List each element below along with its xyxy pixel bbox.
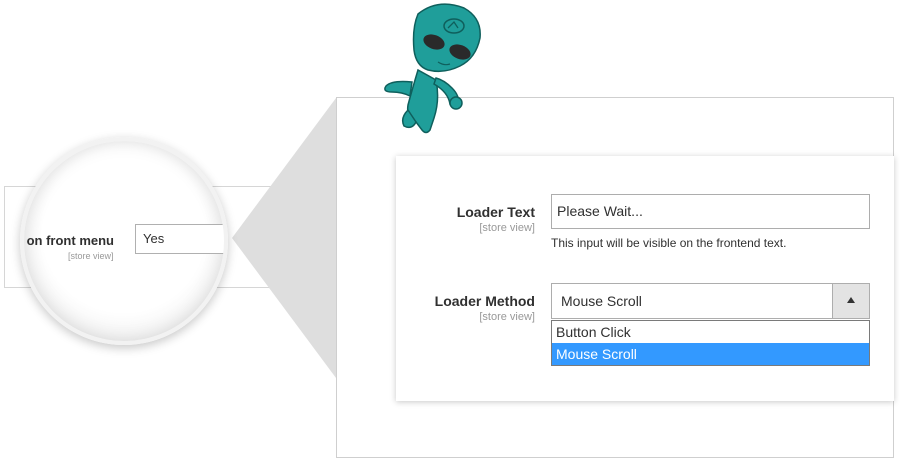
caret-up-icon (847, 297, 855, 303)
loader-method-label: Loader Method (434, 293, 535, 309)
loader-method-select[interactable]: Mouse Scroll (551, 283, 870, 319)
loader-method-scope: [store view] (479, 311, 535, 323)
front-menu-scope: [store view] (68, 251, 114, 261)
front-menu-select[interactable]: Yes (135, 224, 224, 254)
loader-text-scope: [store view] (479, 222, 535, 234)
loader-method-value: Mouse Scroll (561, 293, 642, 309)
alien-mascot-icon (384, 3, 481, 134)
dropdown-option-button-click[interactable]: Button Click (552, 321, 869, 343)
loader-settings-card: Loader Text [store view] Please Wait... … (396, 156, 894, 401)
loader-text-label: Loader Text (456, 204, 535, 220)
loader-text-note: This input will be visible on the fronte… (551, 236, 787, 250)
loader-method-dropdown: Button Click Mouse Scroll (551, 320, 870, 366)
dropdown-option-mouse-scroll[interactable]: Mouse Scroll (552, 343, 869, 365)
front-menu-label: or on front menu (20, 233, 114, 248)
magnifier-circle: or on front menu [store view] Yes (20, 137, 228, 345)
dropdown-toggle-button[interactable] (832, 284, 869, 318)
loader-text-input[interactable]: Please Wait... (551, 194, 870, 229)
